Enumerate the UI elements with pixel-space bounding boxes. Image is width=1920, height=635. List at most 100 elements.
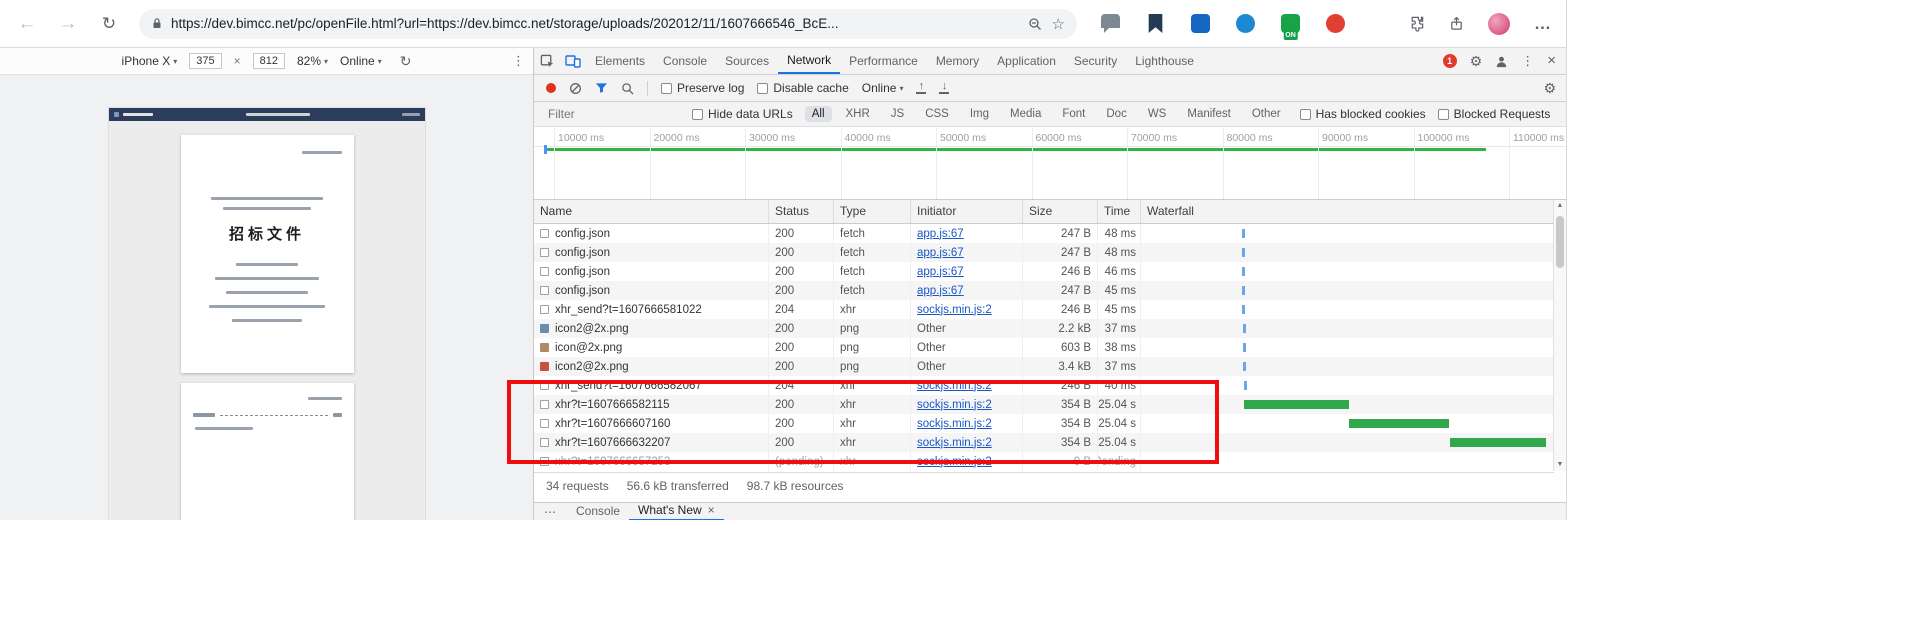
- extension-bookmark-icon[interactable]: [1148, 14, 1163, 33]
- initiator-link[interactable]: sockjs.min.js:2: [917, 418, 992, 430]
- preserve-log-checkbox[interactable]: Preserve log: [661, 81, 744, 95]
- network-filter-other[interactable]: Other: [1245, 106, 1288, 122]
- blocked-requests-checkbox[interactable]: Blocked Requests: [1437, 107, 1550, 121]
- extension-proxy-icon[interactable]: ON: [1281, 14, 1300, 40]
- network-request-row[interactable]: config.json 200 fetch app.js:67 247 B 45 ms: [534, 281, 1554, 300]
- network-overview-timeline[interactable]: 10000 ms 20000 ms 30000 ms 40000 ms 50000 ms…: [534, 127, 1566, 200]
- close-icon[interactable]: ×: [708, 502, 715, 519]
- column-header-waterfall[interactable]: Waterfall: [1141, 200, 1554, 223]
- network-filter-xhr[interactable]: XHR: [839, 106, 877, 122]
- more-options-icon[interactable]: ⋮: [512, 53, 525, 69]
- initiator-link[interactable]: sockjs.min.js:2: [917, 456, 992, 468]
- devtools-tab-sources[interactable]: Sources: [716, 49, 778, 73]
- network-request-row[interactable]: icon2@2x.png 200 png Other 3.4 kB 37 ms: [534, 357, 1554, 376]
- error-badge[interactable]: 1: [1442, 54, 1457, 68]
- network-request-row[interactable]: config.json 200 fetch app.js:67 247 B 48 ms: [534, 243, 1554, 262]
- zoom-icon[interactable]: [1028, 17, 1042, 31]
- throttling-select[interactable]: Online ▾: [862, 81, 904, 95]
- inspect-element-icon[interactable]: [534, 54, 560, 69]
- record-icon[interactable]: [546, 83, 556, 93]
- network-filter-font[interactable]: Font: [1055, 106, 1092, 122]
- devtools-menu-icon[interactable]: ⋮: [1521, 53, 1534, 69]
- network-request-row[interactable]: xhr?t=1607666582115 200 xhr sockjs.min.js:2…: [534, 395, 1554, 414]
- scrollbar-thumb[interactable]: [1556, 216, 1564, 268]
- drawer-tab-console[interactable]: Console: [567, 503, 629, 520]
- initiator-link[interactable]: sockjs.min.js:2: [917, 399, 992, 411]
- filter-funnel-icon[interactable]: [595, 82, 608, 94]
- table-scrollbar[interactable]: ▲ ▼: [1553, 200, 1566, 471]
- profile-avatar[interactable]: [1488, 12, 1510, 35]
- initiator-link[interactable]: app.js:67: [917, 228, 964, 240]
- devtools-tab-security[interactable]: Security: [1065, 49, 1126, 73]
- address-bar[interactable]: https://dev.bimcc.net/pc/openFile.html?u…: [139, 8, 1077, 39]
- drawer-menu-icon[interactable]: ⋯: [544, 505, 557, 519]
- rotate-icon[interactable]: ↻: [400, 53, 412, 70]
- devtools-tab-memory[interactable]: Memory: [927, 49, 988, 73]
- devtools-tab-lighthouse[interactable]: Lighthouse: [1126, 49, 1203, 73]
- network-filter-all[interactable]: All: [804, 106, 832, 122]
- scroll-up-icon[interactable]: ▲: [1554, 200, 1566, 212]
- hide-data-urls-checkbox[interactable]: Hide data URLs: [692, 107, 793, 121]
- has-blocked-cookies-checkbox[interactable]: Has blocked cookies: [1299, 107, 1426, 121]
- network-filter-media[interactable]: Media: [1003, 106, 1048, 122]
- network-settings-gear-icon[interactable]: ⚙: [1543, 81, 1556, 95]
- export-har-icon[interactable]: ↓: [939, 81, 950, 94]
- forward-icon[interactable]: →: [54, 10, 82, 38]
- column-header-name[interactable]: Name: [534, 200, 769, 223]
- network-request-row[interactable]: xhr?t=1607666632207 200 xhr sockjs.min.js:2…: [534, 433, 1554, 452]
- viewport-height-input[interactable]: 812: [252, 53, 285, 69]
- column-header-initiator[interactable]: Initiator: [911, 200, 1023, 223]
- devtools-tab-performance[interactable]: Performance: [840, 49, 927, 73]
- favorite-star-icon[interactable]: ☆: [1052, 15, 1065, 33]
- device-toolbar-toggle-icon[interactable]: [560, 54, 586, 68]
- network-request-row[interactable]: icon2@2x.png 200 png Other 2.2 kB 37 ms: [534, 319, 1554, 338]
- viewport-width-input[interactable]: 375: [189, 53, 222, 69]
- extension-chat-icon[interactable]: [1101, 14, 1120, 33]
- network-request-row[interactable]: xhr_send?t=1607666581022 204 xhr sockjs.min…: [534, 300, 1554, 319]
- initiator-link[interactable]: sockjs.min.js:2: [917, 380, 992, 392]
- devtools-tab-network[interactable]: Network: [778, 48, 841, 74]
- feedback-person-icon[interactable]: [1495, 55, 1508, 68]
- drawer-tab-what-s-new[interactable]: What's New ×: [629, 502, 724, 520]
- network-filter-ws[interactable]: WS: [1141, 106, 1174, 122]
- devtools-tab-elements[interactable]: Elements: [586, 49, 654, 73]
- device-select[interactable]: iPhone X ▾: [122, 54, 178, 68]
- column-header-status[interactable]: Status: [769, 200, 834, 223]
- import-har-icon[interactable]: ↑: [916, 81, 927, 94]
- extension-red-icon[interactable]: [1326, 14, 1345, 33]
- column-header-size[interactable]: Size: [1023, 200, 1098, 223]
- network-request-row[interactable]: xhr?t=1607666607160 200 xhr sockjs.min.js:2…: [534, 414, 1554, 433]
- network-request-row[interactable]: config.json 200 fetch app.js:67 246 B 46 ms: [534, 262, 1554, 281]
- column-header-type[interactable]: Type: [834, 200, 911, 223]
- refresh-icon[interactable]: ↻: [95, 10, 123, 38]
- settings-gear-icon[interactable]: ⚙: [1470, 54, 1483, 68]
- extensions-puzzle-icon[interactable]: [1408, 15, 1425, 32]
- network-filter-js[interactable]: JS: [884, 106, 911, 122]
- network-filter-css[interactable]: CSS: [918, 106, 956, 122]
- extension-sync-icon[interactable]: [1236, 14, 1255, 33]
- network-request-row[interactable]: config.json 200 fetch app.js:67 247 B 48 ms: [534, 224, 1554, 243]
- extension-translate-icon[interactable]: [1191, 14, 1210, 33]
- column-header-time[interactable]: Time: [1098, 200, 1141, 223]
- emulated-viewport[interactable]: 招标文件: [109, 108, 425, 520]
- initiator-link[interactable]: sockjs.min.js:2: [917, 437, 992, 449]
- network-request-row[interactable]: xhr?t=1607666657253 (pending) xhr sockjs.mi…: [534, 452, 1554, 471]
- devtools-tab-application[interactable]: Application: [988, 49, 1065, 73]
- close-icon[interactable]: ×: [1547, 53, 1556, 68]
- network-request-row[interactable]: icon@2x.png 200 png Other 603 B 38 ms: [534, 338, 1554, 357]
- network-request-row[interactable]: xhr_send?t=1607666582067 204 xhr sockjs.min…: [534, 376, 1554, 395]
- network-filter-manifest[interactable]: Manifest: [1180, 106, 1237, 122]
- initiator-link[interactable]: sockjs.min.js:2: [917, 304, 992, 316]
- clear-icon[interactable]: [569, 82, 582, 95]
- device-throttle-select[interactable]: Online ▾: [340, 54, 382, 68]
- share-icon[interactable]: [1449, 16, 1464, 31]
- scroll-down-icon[interactable]: ▼: [1554, 459, 1566, 471]
- initiator-link[interactable]: app.js:67: [917, 266, 964, 278]
- browser-menu-icon[interactable]: …: [1534, 14, 1552, 34]
- network-filter-doc[interactable]: Doc: [1099, 106, 1133, 122]
- search-icon[interactable]: [621, 82, 634, 95]
- devtools-tab-console[interactable]: Console: [654, 49, 716, 73]
- filter-input[interactable]: [546, 106, 680, 122]
- initiator-link[interactable]: app.js:67: [917, 285, 964, 297]
- initiator-link[interactable]: app.js:67: [917, 247, 964, 259]
